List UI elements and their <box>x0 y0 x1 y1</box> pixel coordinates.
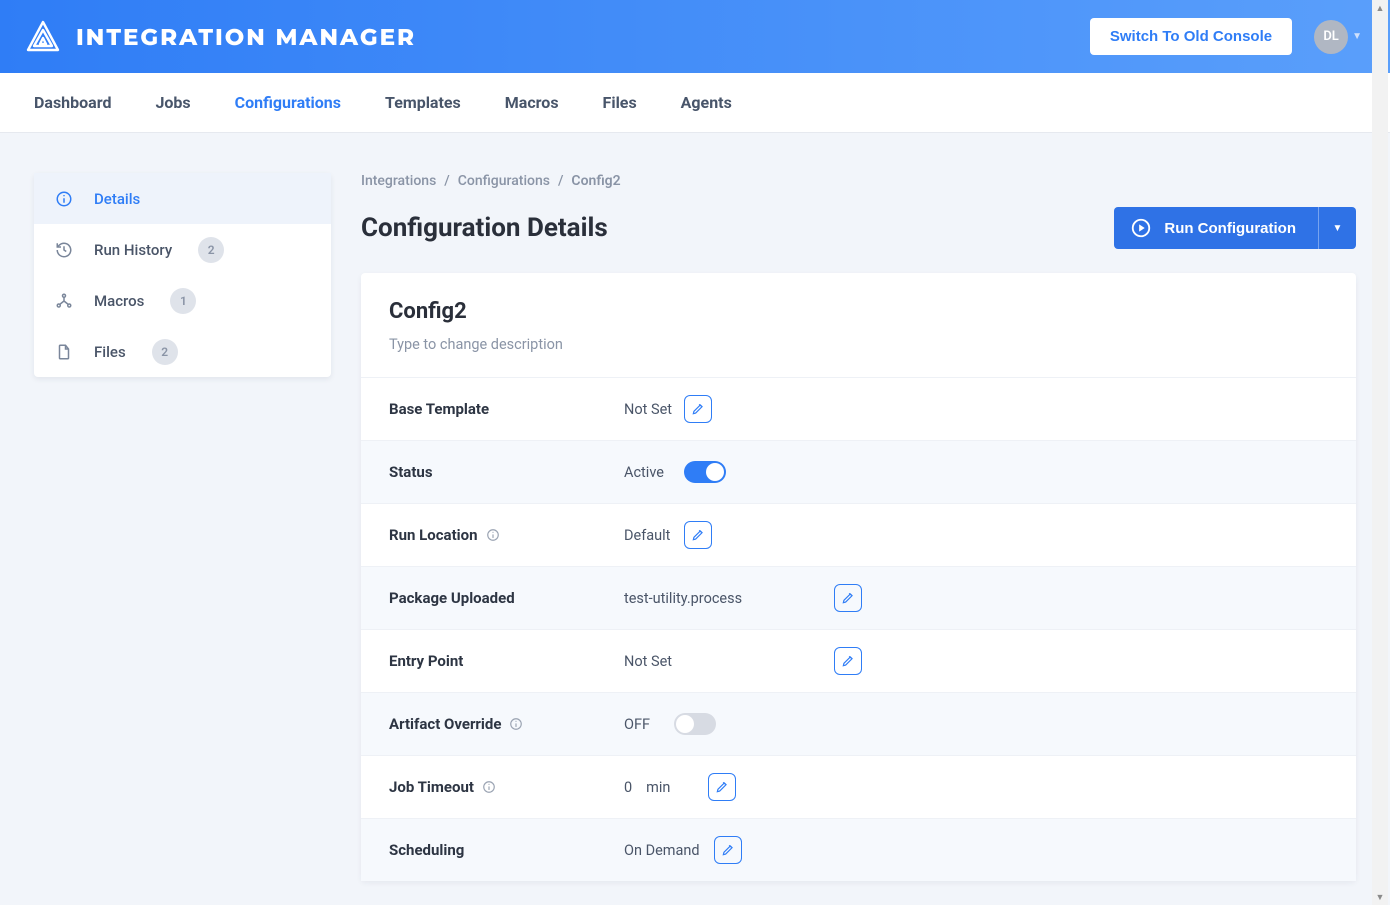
side-badge: 2 <box>152 339 178 365</box>
side-item-label: Macros <box>94 292 144 310</box>
run-dropdown-button[interactable]: ▼ <box>1318 207 1356 249</box>
side-item-label: Run History <box>94 241 172 259</box>
side-item-label: Details <box>94 190 140 208</box>
row-label-text: Artifact Override <box>389 715 501 733</box>
edit-entry-point-button[interactable] <box>834 647 862 675</box>
nav-jobs[interactable]: Jobs <box>155 93 190 112</box>
row-base-template: Base Template Not Set <box>361 377 1356 440</box>
row-label: Entry Point <box>389 652 624 670</box>
user-menu[interactable]: DL ▼ <box>1314 20 1362 54</box>
run-button-group: Run Configuration ▼ <box>1114 207 1356 249</box>
side-badge: 2 <box>198 237 224 263</box>
row-value: Not Set <box>624 401 684 418</box>
side-badge: 1 <box>170 288 196 314</box>
row-scheduling: Scheduling On Demand <box>361 818 1356 881</box>
side-panel: Details Run History 2 Macros 1 Files 2 <box>34 173 331 377</box>
info-icon <box>54 190 74 208</box>
side-item-files[interactable]: Files 2 <box>34 326 331 377</box>
edit-package-button[interactable] <box>834 584 862 612</box>
nav-templates[interactable]: Templates <box>385 93 461 112</box>
macros-icon <box>54 292 74 310</box>
artifact-override-toggle[interactable] <box>674 713 716 735</box>
row-artifact-override: Artifact Override OFF <box>361 692 1356 755</box>
breadcrumb-separator: / <box>444 173 449 189</box>
edit-run-location-button[interactable] <box>684 521 712 549</box>
file-icon <box>54 343 74 361</box>
row-label: Artifact Override <box>389 715 624 733</box>
nav-macros[interactable]: Macros <box>505 93 559 112</box>
row-entry-point: Entry Point Not Set <box>361 629 1356 692</box>
scrollbar[interactable]: ▲ ▼ <box>1372 0 1388 905</box>
row-label-text: Job Timeout <box>389 778 474 796</box>
row-value: Active <box>624 464 684 481</box>
breadcrumb-current: Config2 <box>571 173 620 189</box>
row-label: Package Uploaded <box>389 589 624 607</box>
app-name: INTEGRATION MANAGER <box>76 23 416 51</box>
row-job-timeout: Job Timeout 0 min <box>361 755 1356 818</box>
page-title: Configuration Details <box>361 213 608 243</box>
side-item-macros[interactable]: Macros 1 <box>34 275 331 326</box>
breadcrumb: Integrations / Configurations / Config2 <box>361 173 1356 189</box>
run-configuration-button[interactable]: Run Configuration <box>1114 207 1318 249</box>
nav-configurations[interactable]: Configurations <box>235 93 341 112</box>
info-icon[interactable] <box>509 717 523 731</box>
chevron-down-icon: ▼ <box>1352 31 1362 42</box>
scroll-up-icon[interactable]: ▲ <box>1372 0 1388 16</box>
scroll-down-icon[interactable]: ▼ <box>1372 889 1388 905</box>
switch-console-button[interactable]: Switch To Old Console <box>1090 18 1292 55</box>
breadcrumb-configurations[interactable]: Configurations <box>458 173 550 189</box>
chevron-down-icon: ▼ <box>1333 223 1343 234</box>
edit-base-template-button[interactable] <box>684 395 712 423</box>
nav-files[interactable]: Files <box>603 93 637 112</box>
row-label: Status <box>389 463 624 481</box>
row-value: Default <box>624 527 684 544</box>
avatar: DL <box>1314 20 1348 54</box>
nav-agents[interactable]: Agents <box>681 93 732 112</box>
row-label: Scheduling <box>389 841 624 859</box>
row-label: Base Template <box>389 400 624 418</box>
row-package-uploaded: Package Uploaded test-utility.process <box>361 566 1356 629</box>
breadcrumb-integrations[interactable]: Integrations <box>361 173 436 189</box>
edit-scheduling-button[interactable] <box>714 836 742 864</box>
side-item-label: Files <box>94 343 126 361</box>
info-icon[interactable] <box>486 528 500 542</box>
edit-job-timeout-button[interactable] <box>708 773 736 801</box>
row-value: Not Set <box>624 653 834 670</box>
side-item-details[interactable]: Details <box>34 173 331 224</box>
info-icon[interactable] <box>482 780 496 794</box>
topbar: INTEGRATION MANAGER Switch To Old Consol… <box>0 0 1390 73</box>
side-item-run-history[interactable]: Run History 2 <box>34 224 331 275</box>
row-value: OFF <box>624 716 674 733</box>
row-label: Job Timeout <box>389 778 624 796</box>
row-label: Run Location <box>389 526 624 544</box>
job-timeout-unit: min <box>646 779 670 796</box>
config-name[interactable]: Config2 <box>389 299 1328 324</box>
row-run-location: Run Location Default <box>361 503 1356 566</box>
main-area: Integrations / Configurations / Config2 … <box>361 173 1356 881</box>
row-label-text: Run Location <box>389 526 478 544</box>
app-logo[interactable]: INTEGRATION MANAGER <box>24 20 416 54</box>
run-button-label: Run Configuration <box>1164 220 1296 237</box>
main-nav: Dashboard Jobs Configurations Templates … <box>0 73 1390 133</box>
row-value-group: 0 min <box>624 779 708 796</box>
history-icon <box>54 241 74 259</box>
config-description-placeholder[interactable]: Type to change description <box>389 336 1328 353</box>
row-status: Status Active <box>361 440 1356 503</box>
breadcrumb-separator: / <box>558 173 563 189</box>
job-timeout-value: 0 <box>624 779 632 796</box>
logo-icon <box>24 20 62 54</box>
row-value: On Demand <box>624 842 714 859</box>
nav-dashboard[interactable]: Dashboard <box>34 93 111 112</box>
row-value: test-utility.process <box>624 590 834 607</box>
status-toggle[interactable] <box>684 461 726 483</box>
config-card: Config2 Type to change description Base … <box>361 273 1356 881</box>
